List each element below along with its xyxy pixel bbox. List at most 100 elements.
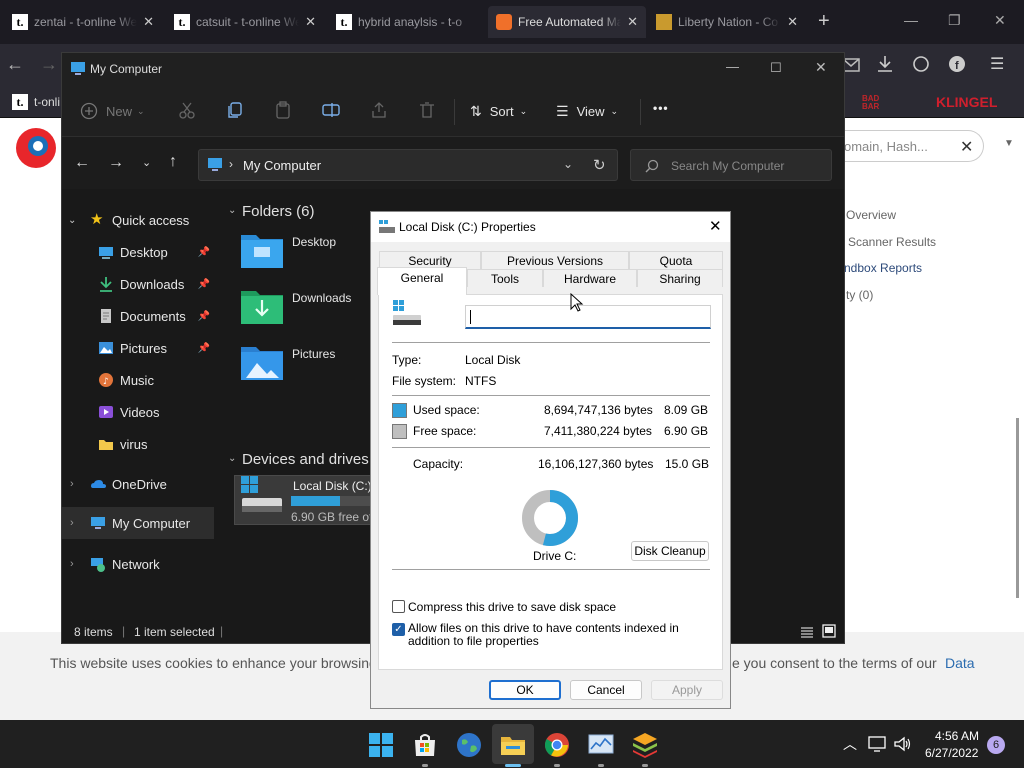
details-view-icon[interactable] [800, 625, 814, 639]
page-menu-item[interactable]: Scanner Results [848, 235, 936, 249]
download-icon[interactable] [876, 55, 894, 73]
back-icon[interactable]: ← [6, 54, 24, 75]
forward-icon[interactable]: → [40, 54, 58, 75]
chevron-down-icon[interactable]: ▼ [1004, 138, 1014, 149]
tab-hardware[interactable]: Hardware [543, 269, 637, 287]
chevron-down-icon[interactable]: ⌄ [142, 156, 151, 169]
facebook-icon[interactable]: f [948, 55, 966, 73]
refresh-icon[interactable]: ↻ [593, 156, 606, 174]
browser-tab[interactable]: t. zentai - t-online Web ✕ [4, 6, 162, 38]
clear-icon[interactable]: ✕ [960, 137, 973, 157]
disk-cleanup-button[interactable]: Disk Cleanup [631, 541, 709, 561]
drive-name-input[interactable] [465, 305, 711, 329]
search-input[interactable]: Search My Computer [630, 149, 832, 181]
tab-quota[interactable]: Quota [629, 251, 723, 269]
chevron-up-icon[interactable]: ︿ [843, 734, 857, 754]
page-menu-item[interactable]: ndbox Reports [844, 261, 922, 275]
scrollbar[interactable] [1016, 418, 1019, 598]
file-explorer-icon[interactable] [500, 732, 526, 758]
page-menu-item[interactable]: ty (0) [846, 288, 873, 302]
compress-checkbox[interactable] [392, 600, 405, 613]
bad-bar-logo[interactable]: BAD BAR [862, 95, 888, 111]
back-icon[interactable]: ← [74, 154, 90, 172]
windows-start-icon[interactable] [368, 732, 394, 758]
bookmark-item[interactable]: t-onli [34, 95, 60, 109]
cut-icon[interactable] [178, 101, 196, 119]
volume-icon[interactable] [893, 735, 911, 753]
stack-icon[interactable] [632, 732, 658, 758]
nav-videos[interactable]: Videos [62, 397, 214, 427]
folder-item-pictures[interactable]: Pictures [238, 343, 368, 393]
network-status-icon[interactable] [868, 735, 886, 753]
tab-previous-versions[interactable]: Previous Versions [481, 251, 629, 269]
minimize-icon[interactable]: — [726, 59, 739, 74]
close-icon[interactable]: ✕ [787, 14, 798, 30]
index-checkbox[interactable]: ✓ [392, 623, 405, 636]
new-button[interactable]: New ⌄ [80, 99, 145, 123]
address-bar[interactable]: › My Computer ⌄ ↻ [198, 149, 618, 181]
paste-icon[interactable] [274, 101, 292, 119]
browser-tab[interactable]: t. hybrid anaylsis - t-o [328, 6, 486, 38]
close-icon[interactable]: ✕ [709, 217, 722, 235]
maximize-icon[interactable]: ❐ [948, 12, 961, 29]
chevron-down-icon[interactable]: ⌄ [228, 453, 236, 464]
browser-tab-active[interactable]: Free Automated Ma ✕ [488, 6, 646, 38]
nav-quick-access[interactable]: ⌄ ★ Quick access [62, 205, 214, 235]
clock-time[interactable]: 4:56 AM [935, 729, 979, 743]
notification-badge[interactable]: 6 [987, 736, 1005, 754]
close-icon[interactable]: ✕ [143, 14, 154, 30]
nav-virus-folder[interactable]: virus [62, 429, 214, 459]
share-icon[interactable] [370, 101, 388, 119]
close-icon[interactable]: ✕ [305, 14, 316, 30]
new-tab-button[interactable]: + [818, 10, 830, 33]
tab-label: Sharing [659, 271, 701, 286]
view-button[interactable]: ☰ View ⌄ [556, 99, 618, 123]
tab-tools[interactable]: Tools [467, 269, 543, 287]
rename-icon[interactable] [322, 101, 340, 119]
nav-my-computer[interactable]: › My Computer [62, 507, 214, 539]
clock-date[interactable]: 6/27/2022 [925, 746, 978, 760]
nav-music[interactable]: ♪ Music [62, 365, 214, 395]
browser-tab[interactable]: Liberty Nation - Co ✕ [648, 6, 806, 38]
more-options-button[interactable]: ••• [653, 101, 669, 115]
up-icon[interactable]: ↑ [169, 153, 177, 171]
copy-icon[interactable] [226, 101, 244, 119]
browser-tab[interactable]: t. catsuit - t-online Web ✕ [166, 6, 324, 38]
nav-pictures[interactable]: Pictures 📌 [62, 333, 214, 363]
cancel-button[interactable]: Cancel [570, 680, 642, 700]
tiles-view-icon[interactable] [822, 624, 836, 638]
store-icon[interactable] [412, 732, 438, 758]
close-icon[interactable]: ✕ [815, 59, 827, 76]
cookie-data-link[interactable]: Data [945, 655, 975, 671]
close-icon[interactable]: ✕ [627, 14, 638, 30]
breadcrumb[interactable]: My Computer [243, 158, 321, 173]
drive-item-c[interactable]: Local Disk (C:) 6.90 GB free of [234, 475, 382, 525]
ok-button[interactable]: OK [489, 680, 561, 700]
tab-sharing[interactable]: Sharing [637, 269, 723, 287]
close-icon[interactable]: ✕ [994, 12, 1006, 29]
delete-icon[interactable] [418, 101, 436, 119]
page-search-field[interactable]: omain, Hash... ✕ [844, 130, 984, 162]
globe-icon[interactable] [456, 732, 482, 758]
sort-button[interactable]: ⇅ Sort ⌄ [470, 99, 527, 123]
whatsapp-icon[interactable] [912, 55, 930, 73]
nav-downloads[interactable]: Downloads 📌 [62, 269, 214, 299]
minimize-icon[interactable]: — [904, 12, 918, 28]
nav-network[interactable]: › Network [62, 549, 214, 579]
chevron-down-icon[interactable]: ⌄ [228, 205, 236, 216]
bookmark-klingel[interactable]: KLINGEL [936, 94, 997, 110]
nav-desktop[interactable]: Desktop 📌 [62, 237, 214, 267]
monitor-icon[interactable] [588, 732, 614, 758]
folder-item-desktop[interactable]: Desktop [238, 231, 368, 281]
page-menu-item[interactable]: Overview [846, 208, 896, 222]
tab-general[interactable]: General [377, 267, 467, 295]
chrome-icon[interactable] [544, 732, 570, 758]
nav-documents[interactable]: Documents 📌 [62, 301, 214, 331]
maximize-icon[interactable]: ☐ [770, 60, 782, 76]
chevron-down-icon[interactable]: ⌄ [563, 157, 573, 171]
menu-icon[interactable]: ☰ [990, 54, 1004, 74]
folder-item-downloads[interactable]: Downloads [238, 287, 368, 337]
forward-icon[interactable]: → [108, 154, 124, 172]
nav-onedrive[interactable]: › OneDrive [62, 469, 214, 499]
apply-button[interactable]: Apply [651, 680, 723, 700]
